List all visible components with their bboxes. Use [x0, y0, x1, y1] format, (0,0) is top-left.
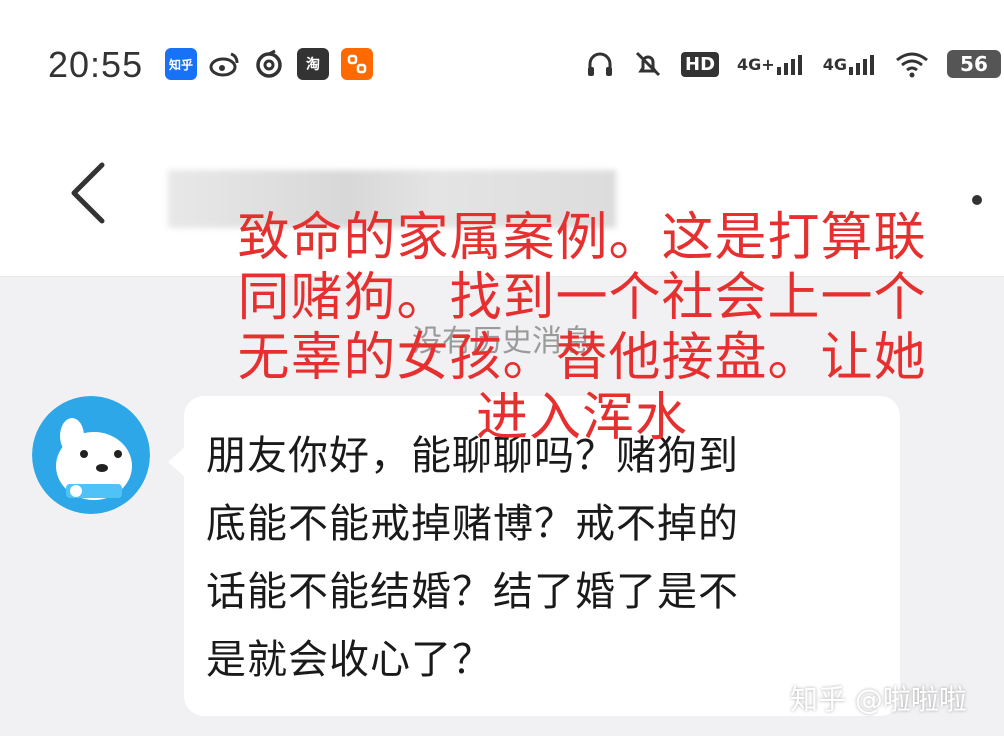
taobao-icon: 淘 [297, 48, 329, 80]
battery-indicator: 56 [946, 50, 1001, 78]
annotation-line: 致命的家属案例。这是打算联 [237, 208, 927, 268]
mute-bell-icon [633, 44, 663, 84]
wifi-icon [895, 44, 929, 84]
back-button[interactable] [58, 158, 118, 228]
netease-music-icon [253, 48, 285, 80]
status-bar: 20:55 知乎 淘 HD 4G+ 4G 56 [0, 0, 1004, 130]
message-line: 底能不能戒掉赌博？戒不掉的 [206, 501, 739, 547]
annotation-line: 进入浑水 [475, 388, 688, 448]
system-status-icons: HD 4G+ 4G 56 [585, 44, 1001, 84]
zhihu-watermark: 知乎 @啦啦啦 [790, 683, 967, 716]
notification-app-icons: 知乎 淘 [165, 48, 373, 80]
meituan-icon [341, 48, 373, 80]
message-line: 话能不能结婚？结了婚了是不 [206, 569, 739, 615]
message-text: 朋友你好，能聊聊吗？赌狗到 底能不能戒掉赌博？戒不掉的 话能不能结婚？结了婚了是… [206, 422, 846, 694]
red-annotation-overlay: 致命的家属案例。这是打算联 同赌狗。找到一个社会上一个 无辜的女孩。替他接盘。让… [212, 208, 952, 448]
signal-4g-icon: 4G [823, 44, 877, 84]
more-icon [972, 195, 982, 205]
zhihu-icon: 知乎 [165, 48, 197, 80]
annotation-line: 同赌狗。找到一个社会上一个 [237, 268, 927, 328]
more-options-button[interactable] [972, 190, 1004, 210]
avatar[interactable] [32, 396, 150, 514]
annotation-line: 无辜的女孩。替他接盘。让她 [237, 328, 927, 388]
chevron-left-icon [71, 162, 105, 224]
signal-4g-plus-icon: 4G+ [737, 44, 805, 84]
headphones-icon [585, 44, 615, 84]
status-time: 20:55 [48, 44, 144, 85]
weibo-icon [209, 48, 241, 80]
hd-volte-icon: HD [681, 44, 720, 84]
message-line: 是就会收心了？ [206, 637, 493, 683]
